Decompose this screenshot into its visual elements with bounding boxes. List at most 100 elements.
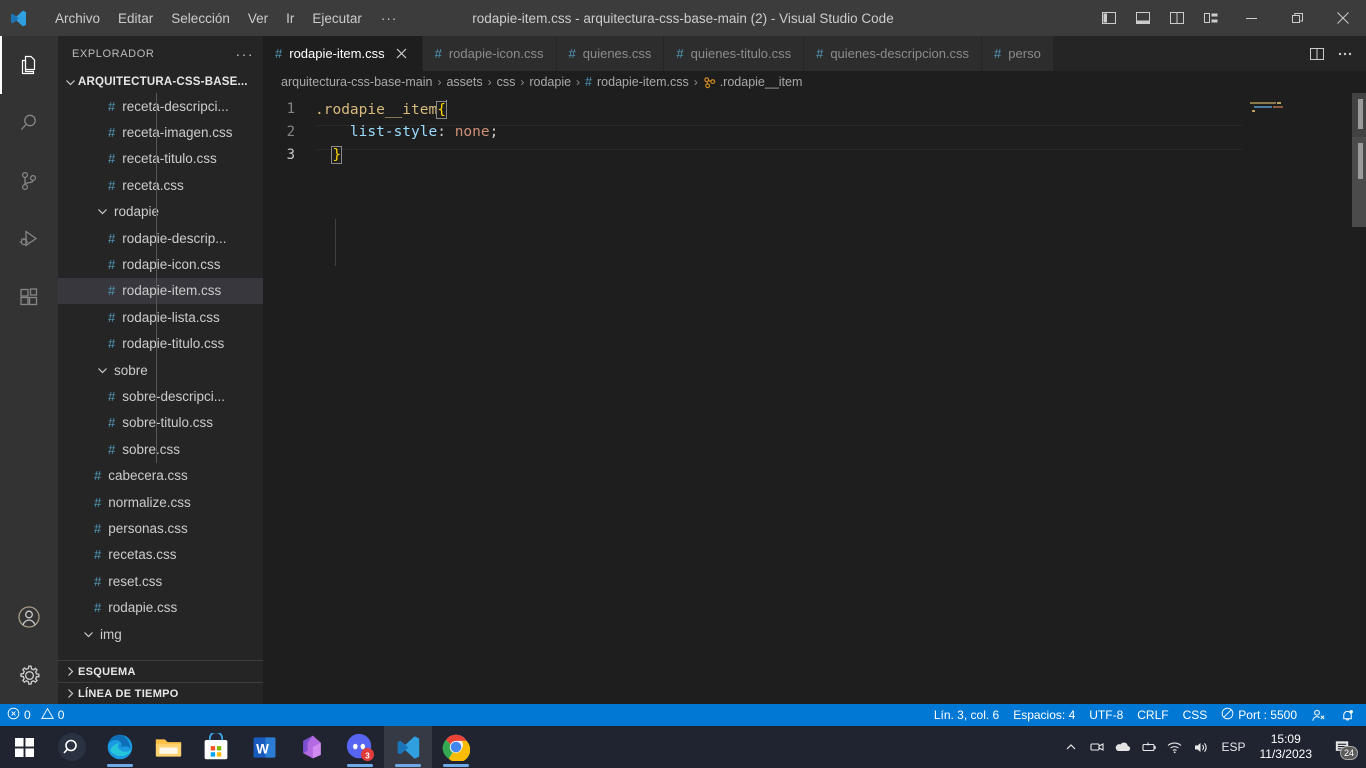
activitybar-item-source-control[interactable] <box>0 152 58 210</box>
tree-file-item[interactable]: # rodapie-icon.css <box>58 251 263 277</box>
taskbar-clock[interactable]: 15:09 11/3/2023 <box>1254 732 1323 762</box>
taskbar-item-file-explorer[interactable] <box>144 726 192 768</box>
taskbar-item-microsoft-word[interactable]: W <box>240 726 288 768</box>
tree-file-item[interactable]: # sobre-titulo.css <box>58 410 263 436</box>
code-line[interactable]: 3 } <box>263 144 1366 167</box>
taskbar-item-visual-studio-code[interactable] <box>384 726 432 768</box>
tree-file-item[interactable]: # rodapie.css <box>58 594 263 620</box>
status-end-of-line[interactable]: CRLF <box>1130 704 1175 726</box>
editor-tabs[interactable]: # rodapie-item.css # rodapie-icon.css # quien… <box>263 36 1366 71</box>
menu-ver[interactable]: Ver <box>239 7 277 30</box>
menu-editar[interactable]: Editar <box>109 7 162 30</box>
taskbar-item-microsoft-365[interactable] <box>288 726 336 768</box>
tree-file-item[interactable]: # receta-titulo.css <box>58 146 263 172</box>
status-problems[interactable]: 0 0 <box>0 704 71 726</box>
taskbar-item-start[interactable] <box>0 726 48 768</box>
status-notifications[interactable] <box>1333 704 1362 726</box>
tree-file-item[interactable]: # rodapie-lista.css <box>58 304 263 330</box>
activitybar-item-extensions[interactable] <box>0 268 58 326</box>
volume-icon[interactable] <box>1188 726 1214 768</box>
taskbar-item-microsoft-edge[interactable] <box>96 726 144 768</box>
menu-seleccion[interactable]: Selección <box>162 7 239 30</box>
editor-tab[interactable]: # rodapie-icon.css <box>422 36 557 71</box>
breadcrumb-item[interactable]: # rodapie-item.css <box>585 75 689 89</box>
wifi-icon[interactable] <box>1162 726 1188 768</box>
toggle-secondary-sidebar-icon[interactable] <box>1160 0 1194 36</box>
minimize-button[interactable] <box>1228 0 1274 36</box>
status-language-mode[interactable]: CSS <box>1176 704 1215 726</box>
close-icon[interactable] <box>394 46 410 62</box>
tree-file-item[interactable]: # rodapie-item.css <box>58 277 263 305</box>
breadcrumb-item[interactable]: assets <box>446 75 482 89</box>
status-encoding[interactable]: UTF-8 <box>1082 704 1130 726</box>
battery-charging-icon[interactable] <box>1136 726 1162 768</box>
tree-file-item[interactable]: # personas.css <box>58 515 263 541</box>
tree-file-item[interactable]: # receta-descripci... <box>58 93 263 119</box>
menu-archivo[interactable]: Archivo <box>46 7 109 30</box>
activitybar-item-search[interactable] <box>0 94 58 152</box>
menu-bar[interactable]: Archivo Editar Selección Ver Ir Ejecutar… <box>46 7 407 30</box>
tree-folder-item[interactable]: sobre <box>58 357 263 383</box>
editor-tab[interactable]: # rodapie-item.css <box>263 36 423 71</box>
sidebar-more-actions-icon[interactable]: ··· <box>236 46 255 62</box>
status-indentation[interactable]: Espacios: 4 <box>1006 704 1082 726</box>
code-lines[interactable]: 1 .rodapie__item{2 list-style: none; 3 } <box>263 93 1366 167</box>
tree-file-item[interactable]: # sobre.css <box>58 436 263 462</box>
breadcrumb-item[interactable]: css <box>497 75 516 89</box>
editor-scrollbar[interactable] <box>1352 93 1366 704</box>
code-line[interactable]: 2 list-style: none; <box>263 120 1366 143</box>
editor-tab[interactable]: # perso <box>982 36 1054 71</box>
editor-more-actions-icon[interactable] <box>1331 36 1359 71</box>
tree-file-item[interactable]: # receta-imagen.css <box>58 119 263 145</box>
code-line[interactable]: 1 .rodapie__item{ <box>263 97 1366 120</box>
taskbar-item-google-chrome[interactable] <box>432 726 480 768</box>
taskbar-item-discord[interactable]: 3 <box>336 726 384 768</box>
tree-file-item[interactable]: # sobre-descripci... <box>58 383 263 409</box>
taskbar-item-search[interactable] <box>48 726 96 768</box>
panel-esquema[interactable]: ESQUEMA <box>58 660 263 682</box>
status-remote-window[interactable] <box>1304 704 1333 726</box>
tree-file-item[interactable]: # rodapie-descrip... <box>58 225 263 251</box>
tree-file-item[interactable]: # normalize.css <box>58 489 263 515</box>
activitybar-item-accounts[interactable] <box>0 588 58 646</box>
tree-folder-item[interactable]: img <box>58 621 263 647</box>
chevron-up-icon[interactable] <box>1058 726 1084 768</box>
close-button[interactable] <box>1320 0 1366 36</box>
taskbar-item-microsoft-store[interactable] <box>192 726 240 768</box>
onedrive-icon[interactable] <box>1110 726 1136 768</box>
notification-center-button[interactable]: 24 <box>1322 726 1362 768</box>
camera-privacy-icon[interactable] <box>1084 726 1110 768</box>
editor-tab[interactable]: # quienes-descripcion.css <box>804 36 983 71</box>
breadcrumb-item[interactable]: .rodapie__item <box>703 75 802 89</box>
panel-linea-de-tiempo[interactable]: LÍNEA DE TIEMPO <box>58 682 263 704</box>
tree-file-item[interactable]: # rodapie-titulo.css <box>58 331 263 357</box>
breadcrumb-item[interactable]: arquitectura-css-base-main <box>281 75 432 89</box>
tree-file-item[interactable]: # receta.css <box>58 172 263 198</box>
status-cursor-position[interactable]: Lín. 3, col. 6 <box>927 704 1006 726</box>
restore-button[interactable] <box>1274 0 1320 36</box>
tree-root-folder[interactable]: ARQUITECTURA-CSS-BASE... <box>58 71 263 93</box>
toggle-panel-icon[interactable] <box>1126 0 1160 36</box>
menu-ir[interactable]: Ir <box>277 7 303 30</box>
menu-ejecutar[interactable]: Ejecutar <box>303 7 371 30</box>
status-live-server-port[interactable]: Port : 5500 <box>1214 704 1304 726</box>
breadcrumb[interactable]: arquitectura-css-base-main › assets › css › ro… <box>263 71 1366 93</box>
tree-file-item[interactable]: # recetas.css <box>58 542 263 568</box>
minimap[interactable] <box>1242 93 1352 704</box>
activitybar-item-explorer[interactable] <box>0 36 58 94</box>
toggle-primary-sidebar-icon[interactable] <box>1092 0 1126 36</box>
tree-folder-item[interactable]: rodapie <box>58 199 263 225</box>
split-editor-icon[interactable] <box>1303 36 1331 71</box>
tree-file-item[interactable]: # cabecera.css <box>58 462 263 488</box>
editor-tab[interactable]: # quienes-titulo.css <box>664 36 805 71</box>
activitybar-item-settings[interactable] <box>0 646 58 704</box>
menu-more-icon[interactable]: ··· <box>371 7 408 30</box>
customize-layout-icon[interactable] <box>1194 0 1228 36</box>
file-tree[interactable]: # receta-descripci... # receta-imagen.css # r… <box>58 93 263 693</box>
activitybar-item-run-and-debug[interactable] <box>0 210 58 268</box>
code-editor[interactable]: 1 .rodapie__item{2 list-style: none; 3 } <box>263 93 1366 704</box>
editor-tab[interactable]: # quienes.css <box>556 36 665 71</box>
breadcrumb-item[interactable]: rodapie <box>529 75 571 89</box>
language-indicator[interactable]: ESP <box>1214 726 1254 768</box>
tree-file-item[interactable]: # reset.css <box>58 568 263 594</box>
